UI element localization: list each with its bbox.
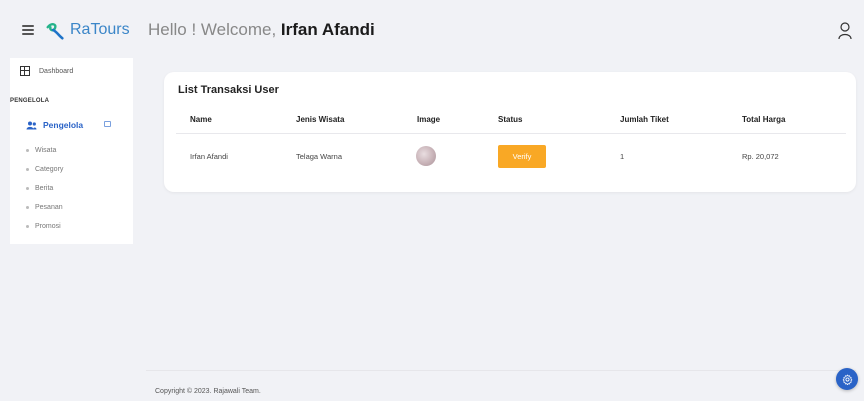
sidebar-item-dashboard[interactable]: Dashboard	[20, 66, 73, 76]
cell-jenis-wisata: Telaga Warna	[296, 152, 342, 161]
table-row: Irfan Afandi Telaga Warna Verify 1 Rp. 2…	[176, 144, 846, 170]
settings-button[interactable]	[836, 368, 858, 390]
column-header-status: Status	[498, 115, 523, 124]
column-header-total-harga: Total Harga	[742, 115, 786, 124]
footer-divider	[146, 370, 856, 371]
transaction-image[interactable]	[416, 146, 436, 166]
sidebar-item-pesanan[interactable]: Pesanan	[26, 198, 63, 217]
column-header-jumlah-tiket: Jumlah Tiket	[620, 115, 669, 124]
sidebar-section-label: PENGELOLA	[10, 98, 50, 104]
sidebar-item-berita[interactable]: Berita	[26, 179, 63, 198]
cell-name: Irfan Afandi	[190, 152, 228, 161]
sidebar-item-category[interactable]: Category	[26, 160, 63, 179]
card-title: List Transaksi User	[178, 84, 279, 96]
sidebar-item-label: Dashboard	[39, 67, 74, 75]
sidebar-group-label: Pengelola	[43, 120, 84, 130]
column-header-name: Name	[190, 115, 212, 124]
greeting-text: Hello ! Welcome,	[148, 20, 281, 39]
hamburger-icon[interactable]	[22, 25, 34, 35]
sidebar-item-promosi[interactable]: Promosi	[26, 217, 63, 236]
table-header: Name Jenis Wisata Image Status Jumlah Ti…	[176, 108, 846, 134]
column-header-jenis-wisata: Jenis Wisata	[296, 115, 345, 124]
brand: RaTours	[22, 18, 130, 42]
users-icon	[26, 121, 37, 129]
sidebar-submenu: Wisata Category Berita Pesanan Promosi	[26, 141, 63, 236]
sidebar-item-wisata[interactable]: Wisata	[26, 141, 63, 160]
gear-icon	[842, 374, 852, 385]
verify-button[interactable]: Verify	[498, 145, 546, 168]
logo-icon	[46, 23, 64, 40]
sidebar-group-pengelola[interactable]: Pengelola	[10, 115, 133, 135]
transactions-card: List Transaksi User Name Jenis Wisata Im…	[164, 72, 856, 192]
collapse-icon[interactable]	[104, 121, 111, 127]
user-icon[interactable]	[838, 22, 852, 40]
brand-name[interactable]: RaTours	[70, 21, 130, 39]
grid-icon	[20, 66, 30, 76]
sidebar: Dashboard PENGELOLA Pengelola Wisata Cat…	[10, 58, 133, 244]
footer-copyright: Copyright © 2023. Rajawali Team.	[155, 388, 261, 395]
cell-total-harga: Rp. 20,072	[742, 152, 779, 161]
top-bar: RaTours Hello ! Welcome, Irfan Afandi	[0, 0, 864, 58]
welcome-greeting: Hello ! Welcome, Irfan Afandi	[148, 20, 375, 40]
column-header-image: Image	[417, 115, 441, 124]
user-name: Irfan Afandi	[280, 20, 375, 39]
cell-jumlah-tiket: 1	[620, 152, 625, 161]
